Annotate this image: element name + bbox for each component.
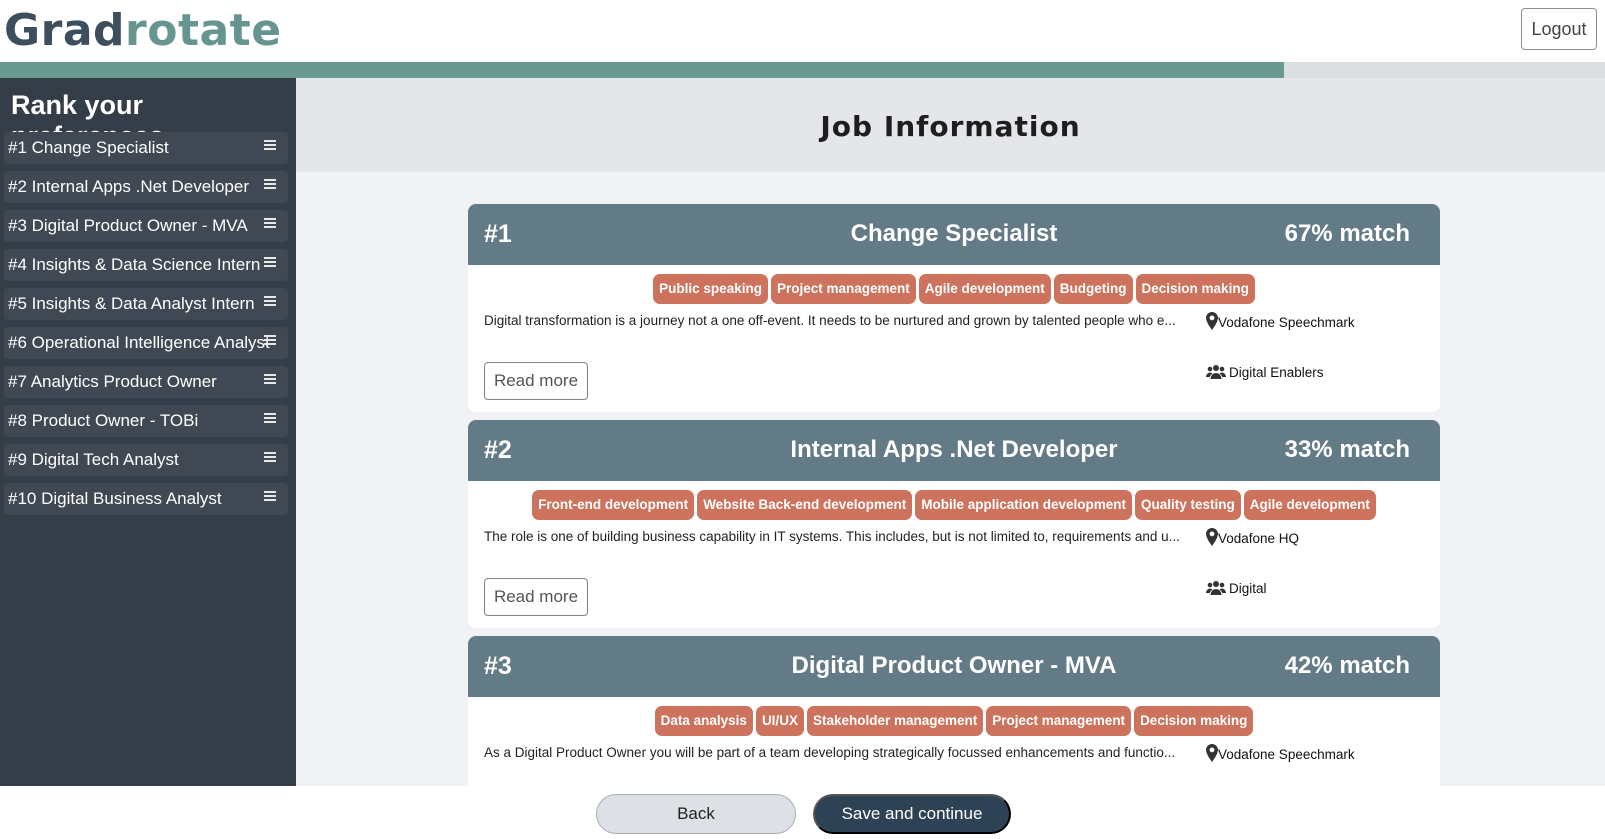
drag-handle-icon[interactable] bbox=[264, 296, 276, 306]
drag-handle-icon[interactable] bbox=[264, 374, 276, 384]
drag-handle-icon[interactable] bbox=[264, 257, 276, 267]
rank-item-label: #3 Digital Product Owner - MVA bbox=[8, 216, 248, 235]
job-card-header: #3 Digital Product Owner - MVA 42% match bbox=[468, 636, 1440, 697]
job-information-panel[interactable]: Job Information #1 Change Specialist 67%… bbox=[296, 78, 1605, 786]
logo-text-rotate: rotate bbox=[125, 5, 282, 56]
read-more-button[interactable]: Read more bbox=[484, 578, 588, 616]
skill-tag: Agile development bbox=[918, 274, 1051, 304]
skill-tag: Website Back-end development bbox=[697, 490, 913, 520]
drag-handle-icon[interactable] bbox=[264, 218, 276, 228]
users-icon bbox=[1206, 365, 1226, 379]
skill-tag: Agile development bbox=[1243, 490, 1376, 520]
rank-item-label: #2 Internal Apps .Net Developer bbox=[8, 177, 249, 196]
skill-tag: Mobile application development bbox=[915, 490, 1133, 520]
rank-item-1[interactable]: #1 Change Specialist bbox=[4, 132, 288, 164]
job-department-text: Digital bbox=[1229, 580, 1267, 596]
skill-tag: Project management bbox=[986, 706, 1132, 736]
job-location-text: Vodafone HQ bbox=[1218, 531, 1300, 546]
rank-item-6[interactable]: #6 Operational Intelligence Analyst bbox=[4, 327, 288, 359]
rank-item-7[interactable]: #7 Analytics Product Owner bbox=[4, 366, 288, 398]
rank-item-label: #7 Analytics Product Owner bbox=[8, 372, 217, 391]
job-location-text: Vodafone Speechmark bbox=[1218, 315, 1355, 330]
job-card-header: #1 Change Specialist 67% match bbox=[468, 204, 1440, 265]
job-description: The role is one of building business cap… bbox=[484, 529, 1180, 544]
back-button[interactable]: Back bbox=[596, 794, 796, 834]
map-pin-icon bbox=[1206, 528, 1218, 546]
logo-text-grad: Grad bbox=[4, 5, 126, 56]
skill-tag: UI/UX bbox=[755, 706, 804, 736]
main-header: Job Information bbox=[296, 78, 1605, 172]
skill-tag: Public speaking bbox=[653, 274, 768, 304]
job-card-2: #2 Internal Apps .Net Developer 33% matc… bbox=[468, 420, 1440, 628]
rank-item-4[interactable]: #4 Insights & Data Science Intern bbox=[4, 249, 288, 281]
job-description: Digital transformation is a journey not … bbox=[484, 313, 1176, 328]
progress-bar bbox=[0, 62, 1605, 78]
gradrotate-logo[interactable]: Grad rotate bbox=[4, 2, 282, 56]
skill-tag: Quality testing bbox=[1135, 490, 1241, 520]
job-location: Vodafone Speechmark bbox=[1206, 744, 1355, 762]
job-department: Digital bbox=[1206, 580, 1267, 596]
drag-handle-icon[interactable] bbox=[264, 452, 276, 462]
footer-actions: Back Save and continue bbox=[0, 786, 1605, 839]
save-and-continue-button[interactable]: Save and continue bbox=[813, 794, 1011, 834]
skill-tag: Budgeting bbox=[1053, 274, 1133, 304]
job-location: Vodafone HQ bbox=[1206, 528, 1299, 546]
users-icon bbox=[1206, 581, 1226, 595]
drag-handle-icon[interactable] bbox=[264, 179, 276, 189]
rank-item-label: #9 Digital Tech Analyst bbox=[8, 450, 179, 469]
rank-item-label: #8 Product Owner - TOBi bbox=[8, 411, 199, 430]
rank-item-10[interactable]: #10 Digital Business Analyst bbox=[4, 483, 288, 515]
skill-tags: Public speaking Project management Agile… bbox=[468, 274, 1440, 304]
skill-tag: Decision making bbox=[1134, 706, 1254, 736]
rank-item-5[interactable]: #5 Insights & Data Analyst Intern bbox=[4, 288, 288, 320]
drag-handle-icon[interactable] bbox=[264, 491, 276, 501]
drag-handle-icon[interactable] bbox=[264, 140, 276, 150]
progress-bar-fill bbox=[0, 62, 1284, 78]
job-description: As a Digital Product Owner you will be p… bbox=[484, 745, 1176, 760]
skill-tag: Stakeholder management bbox=[806, 706, 984, 736]
skill-tags: Front-end development Website Back-end d… bbox=[468, 490, 1440, 520]
job-location-text: Vodafone Speechmark bbox=[1218, 747, 1355, 762]
logout-button[interactable]: Logout bbox=[1521, 8, 1597, 50]
rank-item-label: #10 Digital Business Analyst bbox=[8, 489, 222, 508]
skill-tag: Decision making bbox=[1135, 274, 1255, 304]
map-pin-icon bbox=[1206, 744, 1218, 762]
job-department: Digital Enablers bbox=[1206, 364, 1324, 380]
rank-item-9[interactable]: #9 Digital Tech Analyst bbox=[4, 444, 288, 476]
map-pin-icon bbox=[1206, 312, 1218, 330]
rank-item-label: #4 Insights & Data Science Intern bbox=[8, 255, 261, 274]
skill-tag: Front-end development bbox=[532, 490, 695, 520]
read-more-button[interactable]: Read more bbox=[484, 362, 588, 400]
skill-tags: Data analysis UI/UX Stakeholder manageme… bbox=[468, 706, 1440, 736]
preferences-sidebar: Rank your preferences #1 Change Speciali… bbox=[0, 78, 296, 786]
rank-item-8[interactable]: #8 Product Owner - TOBi bbox=[4, 405, 288, 437]
job-match: 33% match bbox=[1284, 436, 1410, 463]
rank-item-label: #6 Operational Intelligence Analyst bbox=[8, 333, 270, 352]
skill-tag: Project management bbox=[770, 274, 916, 304]
drag-handle-icon[interactable] bbox=[264, 413, 276, 423]
job-location: Vodafone Speechmark bbox=[1206, 312, 1355, 330]
page-title: Job Information bbox=[820, 110, 1081, 143]
rank-item-3[interactable]: #3 Digital Product Owner - MVA bbox=[4, 210, 288, 242]
job-match: 42% match bbox=[1284, 652, 1410, 679]
job-match: 67% match bbox=[1284, 220, 1410, 247]
skill-tag: Data analysis bbox=[654, 706, 753, 736]
job-card-header: #2 Internal Apps .Net Developer 33% matc… bbox=[468, 420, 1440, 481]
job-card-3: #3 Digital Product Owner - MVA 42% match… bbox=[468, 636, 1440, 786]
top-header: Grad rotate Logout bbox=[0, 0, 1605, 62]
rank-item-label: #1 Change Specialist bbox=[8, 138, 169, 157]
job-department-text: Digital Enablers bbox=[1229, 364, 1324, 380]
drag-handle-icon[interactable] bbox=[264, 335, 276, 345]
rank-item-label: #5 Insights & Data Analyst Intern bbox=[8, 294, 255, 313]
rank-item-2[interactable]: #2 Internal Apps .Net Developer bbox=[4, 171, 288, 203]
job-card-1: #1 Change Specialist 67% match Public sp… bbox=[468, 204, 1440, 412]
